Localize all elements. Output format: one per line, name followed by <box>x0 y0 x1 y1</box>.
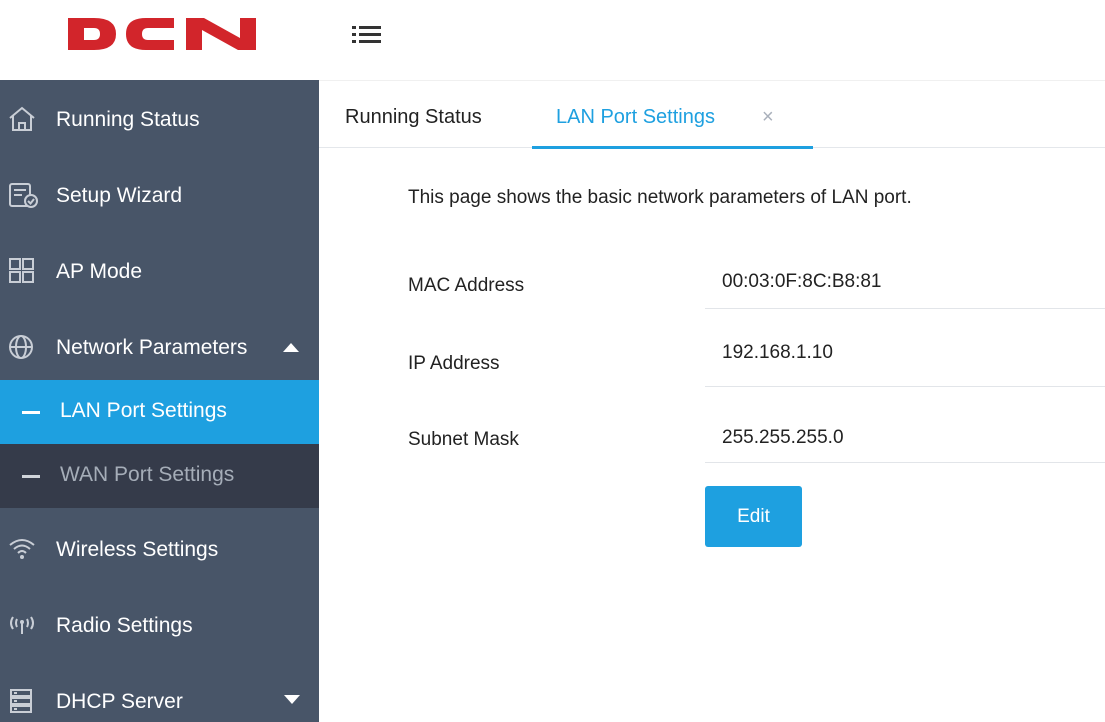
menu-toggle-icon[interactable] <box>350 20 386 50</box>
sidebar-item-label: Setup Wizard <box>56 184 183 207</box>
dcn-logo <box>68 18 256 50</box>
top-bar <box>0 0 1105 80</box>
field-label: Subnet Mask <box>408 429 519 450</box>
field-divider <box>705 308 1105 309</box>
sidebar-item-setup-wizard[interactable]: Setup Wizard <box>0 156 319 232</box>
sidebar-item-wireless-settings[interactable]: Wireless Settings <box>0 510 319 586</box>
wizard-icon <box>9 183 38 208</box>
field-label: MAC Address <box>408 275 525 296</box>
field-divider <box>705 462 1105 463</box>
wifi-icon <box>9 539 35 559</box>
sidebar-item-label: AP Mode <box>56 260 142 283</box>
sidebar-item-label: Running Status <box>56 108 200 131</box>
server-icon <box>10 689 32 713</box>
field-value: 255.255.255.0 <box>722 427 844 448</box>
sidebar-item-running-status[interactable]: Running Status <box>0 80 319 156</box>
sidebar: Running Status Setup Wizard AP Mode Netw… <box>0 80 319 722</box>
home-icon <box>9 106 35 131</box>
globe-icon <box>9 335 33 359</box>
sidebar-subitem-lan-port-settings[interactable]: LAN Port Settings <box>0 380 319 444</box>
sidebar-item-dhcp-server[interactable]: DHCP Server <box>0 662 319 722</box>
sidebar-item-label: Radio Settings <box>56 614 193 637</box>
edit-button[interactable]: Edit <box>705 486 802 547</box>
sidebar-subitem-wan-port-settings[interactable]: WAN Port Settings <box>0 444 319 508</box>
page-description: This page shows the basic network parame… <box>408 187 912 208</box>
sidebar-item-radio-settings[interactable]: Radio Settings <box>0 586 319 662</box>
caret-up-icon <box>283 343 299 352</box>
dash-icon <box>22 411 40 414</box>
field-row-ip-address: IP Address 192.168.1.10 <box>408 336 1105 414</box>
tab-label: Running Status <box>345 106 482 128</box>
field-row-mac-address: MAC Address 00:03:0F:8C:B8:81 <box>408 258 1105 336</box>
dash-icon <box>22 475 40 478</box>
field-value: 192.168.1.10 <box>722 342 833 363</box>
field-divider <box>705 386 1105 387</box>
grid-icon <box>9 258 34 283</box>
caret-down-icon <box>284 695 300 704</box>
sidebar-item-label: Network Parameters <box>56 336 248 359</box>
tab-label: LAN Port Settings <box>556 106 715 128</box>
antenna-icon <box>10 616 34 634</box>
sidebar-item-ap-mode[interactable]: AP Mode <box>0 232 319 308</box>
sidebar-subitem-label: LAN Port Settings <box>60 399 227 422</box>
sidebar-item-label: DHCP Server <box>56 690 183 713</box>
tab-running-status[interactable]: Running Status <box>333 81 513 149</box>
field-row-subnet-mask: Subnet Mask 255.255.255.0 <box>408 414 1105 492</box>
sidebar-item-network-parameters[interactable]: Network Parameters <box>0 308 319 384</box>
field-label: IP Address <box>408 353 500 374</box>
field-value: 00:03:0F:8C:B8:81 <box>722 271 882 292</box>
close-icon[interactable]: × <box>762 105 782 129</box>
sidebar-item-label: Wireless Settings <box>56 538 219 561</box>
tab-lan-port-settings[interactable]: LAN Port Settings × <box>532 81 813 149</box>
tab-bar: Running Status LAN Port Settings × <box>319 80 1105 149</box>
sidebar-subitem-label: WAN Port Settings <box>60 463 235 486</box>
